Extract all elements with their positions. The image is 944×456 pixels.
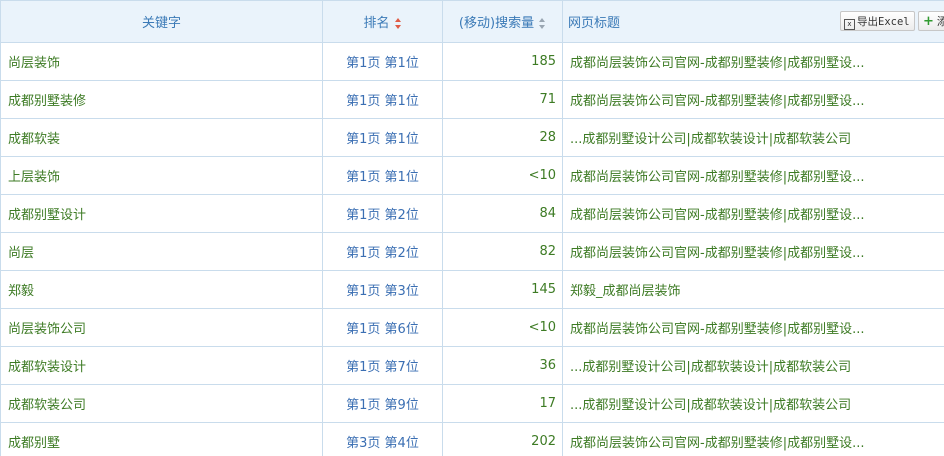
- column-header-title-label: 网页标题: [568, 16, 621, 31]
- export-excel-label: 导出Excel: [857, 16, 910, 28]
- table-row: 成都软装设计 第1页 第7位 36 ...成都别墅设计公司|成都软装设计|成都软装公司: [0, 346, 944, 385]
- cell-title[interactable]: 成都尚层装饰公司官网-成都别墅装修|成都别墅设...: [562, 42, 944, 81]
- add-button[interactable]: +添: [918, 11, 944, 31]
- cell-volume: 185: [442, 42, 563, 81]
- cell-title[interactable]: 成都尚层装饰公司官网-成都别墅装修|成都别墅设...: [562, 194, 944, 233]
- table-header-row: 关键字 排名 (移动)搜索量 网页标题 x导出Excel +添: [0, 0, 944, 43]
- cell-title[interactable]: 成都尚层装饰公司官网-成都别墅装修|成都别墅设...: [562, 80, 944, 119]
- column-header-volume-label: (移动)搜索量: [458, 16, 535, 31]
- table-row: 尚层装饰公司 第1页 第6位 <10 成都尚层装饰公司官网-成都别墅装修|成都别墅设.…: [0, 308, 944, 347]
- cell-keyword[interactable]: 尚层装饰公司: [0, 308, 323, 347]
- cell-rank: 第1页 第1位: [322, 118, 443, 157]
- table-row: 成都软装公司 第1页 第9位 17 ...成都别墅设计公司|成都软装设计|成都软装公司: [0, 384, 944, 423]
- cell-volume: 82: [442, 232, 563, 271]
- column-header-keyword: 关键字: [0, 0, 323, 43]
- column-header-rank[interactable]: 排名: [322, 0, 443, 43]
- cell-rank: 第1页 第3位: [322, 270, 443, 309]
- cell-keyword[interactable]: 成都软装设计: [0, 346, 323, 385]
- cell-rank: 第1页 第1位: [322, 80, 443, 119]
- cell-title[interactable]: ...成都别墅设计公司|成都软装设计|成都软装公司: [562, 346, 944, 385]
- cell-rank: 第1页 第6位: [322, 308, 443, 347]
- cell-volume: <10: [442, 156, 563, 195]
- cell-keyword[interactable]: 尚层装饰: [0, 42, 323, 81]
- cell-volume: 71: [442, 80, 563, 119]
- add-label: 添: [937, 15, 944, 28]
- cell-volume: 202: [442, 422, 563, 456]
- table-row: 成都别墅设计 第1页 第2位 84 成都尚层装饰公司官网-成都别墅装修|成都别墅设..…: [0, 194, 944, 233]
- cell-keyword[interactable]: 上层装饰: [0, 156, 323, 195]
- column-header-rank-label: 排名: [363, 16, 390, 31]
- table-row: 郑毅 第1页 第3位 145 郑毅_成都尚层装饰: [0, 270, 944, 309]
- sort-icon[interactable]: [539, 18, 546, 29]
- cell-volume: 17: [442, 384, 563, 423]
- cell-volume: 28: [442, 118, 563, 157]
- table-row: 成都别墅装修 第1页 第1位 71 成都尚层装饰公司官网-成都别墅装修|成都别墅设..…: [0, 80, 944, 119]
- column-header-volume[interactable]: (移动)搜索量: [442, 0, 563, 43]
- cell-title[interactable]: ...成都别墅设计公司|成都软装设计|成都软装公司: [562, 118, 944, 157]
- cell-rank: 第1页 第7位: [322, 346, 443, 385]
- cell-title[interactable]: 成都尚层装饰公司官网-成都别墅装修|成都别墅设...: [562, 308, 944, 347]
- column-header-title: 网页标题 x导出Excel +添: [562, 0, 944, 43]
- cell-title[interactable]: 成都尚层装饰公司官网-成都别墅装修|成都别墅设...: [562, 232, 944, 271]
- cell-title[interactable]: 成都尚层装饰公司官网-成都别墅装修|成都别墅设...: [562, 156, 944, 195]
- cell-keyword[interactable]: 成都别墅: [0, 422, 323, 456]
- cell-rank: 第1页 第2位: [322, 194, 443, 233]
- cell-title[interactable]: 郑毅_成都尚层装饰: [562, 270, 944, 309]
- plus-icon: +: [923, 14, 934, 29]
- cell-rank: 第1页 第1位: [322, 156, 443, 195]
- cell-rank: 第3页 第4位: [322, 422, 443, 456]
- cell-title[interactable]: ...成都别墅设计公司|成都软装设计|成都软装公司: [562, 384, 944, 423]
- cell-keyword[interactable]: 成都别墅装修: [0, 80, 323, 119]
- cell-title[interactable]: 成都尚层装饰公司官网-成都别墅装修|成都别墅设...: [562, 422, 944, 456]
- cell-keyword[interactable]: 成都别墅设计: [0, 194, 323, 233]
- table-row: 尚层 第1页 第2位 82 成都尚层装饰公司官网-成都别墅装修|成都别墅设...: [0, 232, 944, 271]
- export-excel-button[interactable]: x 导出Excel: [840, 11, 915, 31]
- cell-keyword[interactable]: 尚层: [0, 232, 323, 271]
- cell-volume: <10: [442, 308, 563, 347]
- keyword-ranking-table: 关键字 排名 (移动)搜索量 网页标题 x导出Excel +添 尚层装饰第1页 …: [0, 0, 944, 456]
- table-row: 尚层装饰 第1页 第1位 185 成都尚层装饰公司官网-成都别墅装修|成都别墅设...: [0, 42, 944, 81]
- cell-volume: 145: [442, 270, 563, 309]
- table-row: 上层装饰 第1页 第1位 <10 成都尚层装饰公司官网-成都别墅装修|成都别墅设...: [0, 156, 944, 195]
- table-row: 成都软装 第1页 第1位 28 ...成都别墅设计公司|成都软装设计|成都软装公司: [0, 118, 944, 157]
- column-header-keyword-label: 关键字: [141, 16, 181, 31]
- cell-rank: 第1页 第1位: [322, 42, 443, 81]
- cell-rank: 第1页 第9位: [322, 384, 443, 423]
- sort-active-icon[interactable]: [394, 18, 402, 29]
- cell-keyword[interactable]: 成都软装公司: [0, 384, 323, 423]
- cell-volume: 84: [442, 194, 563, 233]
- cell-keyword[interactable]: 成都软装: [0, 118, 323, 157]
- excel-icon: x: [844, 19, 855, 30]
- table-row: 成都别墅 第3页 第4位 202 成都尚层装饰公司官网-成都别墅装修|成都别墅设...: [0, 422, 944, 456]
- cell-keyword[interactable]: 郑毅: [0, 270, 323, 309]
- cell-rank: 第1页 第2位: [322, 232, 443, 271]
- cell-volume: 36: [442, 346, 563, 385]
